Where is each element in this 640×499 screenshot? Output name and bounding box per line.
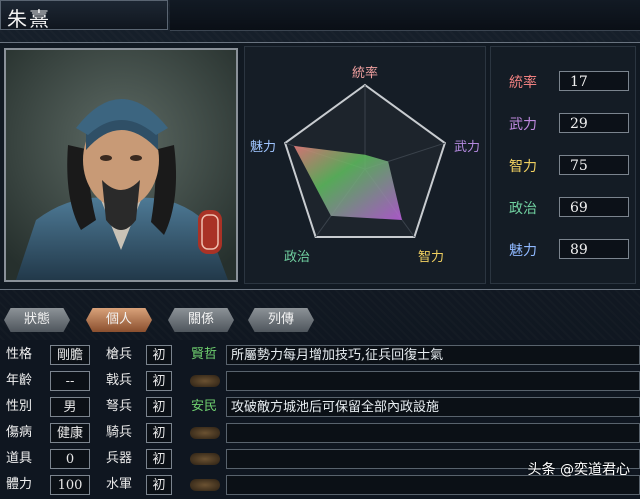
attr-label: 體力 (6, 477, 33, 492)
troop-value: 初 (146, 371, 172, 391)
stat-value: 17 (559, 71, 629, 91)
radar-axis-label: 政治 (284, 250, 310, 265)
stat-value: 29 (559, 113, 629, 133)
stat-value: 69 (559, 197, 629, 217)
skill-description (226, 371, 640, 391)
tab-biography[interactable]: 列傳 (248, 308, 314, 332)
attr-label: 性格 (6, 347, 33, 362)
troop-label: 弩兵 (106, 399, 133, 414)
stat-value: 75 (559, 155, 629, 175)
troop-value: 初 (146, 475, 172, 495)
troop-value: 初 (146, 449, 172, 469)
empty-skill-icon[interactable] (190, 453, 220, 465)
radar-axis-label: 統率 (352, 65, 378, 81)
detail-row: 性格 剛膽 槍兵 初 賢哲 所屬勢力每月增加技巧,征兵回復士氣 (0, 345, 640, 367)
empty-skill-icon[interactable] (190, 479, 220, 491)
attr-value: 0 (50, 449, 90, 469)
troop-label: 戟兵 (106, 373, 133, 388)
attr-value: 100 (50, 475, 90, 495)
character-portrait (4, 48, 238, 282)
stat-label: 政治 (509, 201, 537, 217)
radar-axis-label: 武力 (454, 140, 480, 155)
watermark: 头条 @奕道君心 (527, 462, 630, 478)
skill-description (226, 423, 640, 443)
skill-description: 所屬勢力每月增加技巧,征兵回復士氣 (226, 345, 640, 365)
tab-relations[interactable]: 關係 (168, 308, 234, 332)
attr-label: 性別 (6, 399, 33, 414)
radar-chart-panel: 統率武力智力 政治 魅力 (244, 46, 486, 284)
attr-value: 剛膽 (50, 345, 90, 365)
troop-value: 初 (146, 423, 172, 443)
skill-description: 攻破敵方城池后可保留全部內政設施 (226, 397, 640, 417)
skill-icon[interactable]: 賢哲 (184, 345, 224, 365)
attr-label: 年齡 (6, 373, 33, 388)
radar-axis-label: 智力 (418, 250, 444, 265)
stat-label: 智力 (509, 159, 537, 175)
stat-label: 武力 (509, 117, 537, 133)
detail-row: 傷病 健康 騎兵 初 (0, 423, 640, 445)
empty-skill-icon[interactable] (190, 375, 220, 387)
character-name-box: 朱熹 (0, 0, 168, 31)
stat-label: 統率 (509, 75, 537, 91)
empty-skill-icon[interactable] (190, 427, 220, 439)
tab-personal[interactable]: 個人 (86, 308, 152, 332)
tab-bar: 狀態 個人 關係 列傳 (0, 306, 640, 336)
troop-label: 槍兵 (106, 347, 133, 362)
radar-chart: 統率武力智力 政治 魅力 (250, 65, 480, 265)
attr-value: 健康 (50, 423, 90, 443)
stat-label: 魅力 (509, 243, 537, 259)
radar-axis-label: 魅力 (250, 140, 276, 155)
attr-label: 道具 (6, 451, 33, 466)
attr-label: 傷病 (6, 425, 33, 440)
character-name: 朱熹 (7, 7, 51, 31)
troop-label: 水軍 (106, 477, 133, 492)
stats-panel: 統率 17 武力 29 智力 75 政治 69 魅力 89 (490, 46, 636, 284)
header-strip (170, 0, 640, 31)
detail-row: 年齡 -- 戟兵 初 (0, 371, 640, 393)
stat-value: 89 (559, 239, 629, 259)
skill-icon[interactable]: 安民 (184, 397, 224, 417)
troop-label: 兵器 (106, 451, 133, 466)
troop-value: 初 (146, 397, 172, 417)
attr-value: -- (50, 371, 90, 391)
attr-value: 男 (50, 397, 90, 417)
troop-label: 騎兵 (106, 425, 133, 440)
tab-status[interactable]: 狀態 (4, 308, 70, 332)
detail-row: 性別 男 弩兵 初 安民 攻破敵方城池后可保留全部內政設施 (0, 397, 640, 419)
troop-value: 初 (146, 345, 172, 365)
